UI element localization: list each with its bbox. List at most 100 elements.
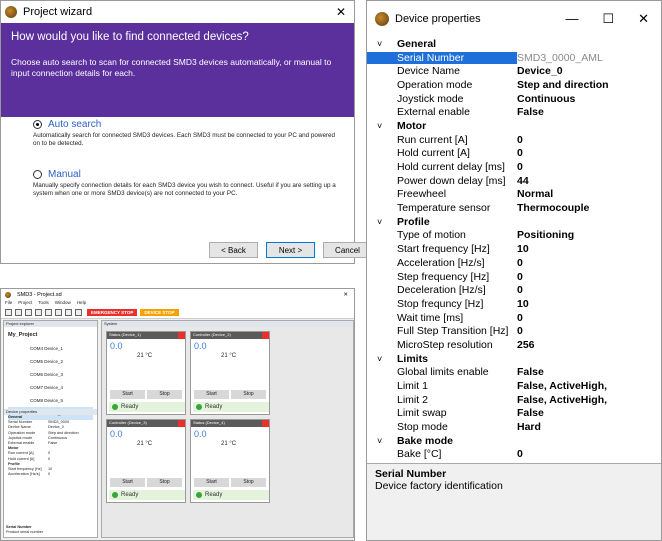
property-name[interactable]: Stop frequncy [Hz] (367, 298, 517, 310)
property-name[interactable]: Hold current [A] (367, 147, 517, 159)
emergency-stop-button[interactable]: EMERGENCY STOP (87, 309, 138, 316)
menu-project[interactable]: Project (18, 300, 32, 307)
next-button[interactable]: Next > (266, 242, 315, 258)
property-name[interactable]: Limit 2 (367, 394, 517, 406)
property-group-header[interactable]: ˅ Motor (367, 119, 661, 133)
property-value[interactable]: 0 (517, 325, 523, 337)
property-value[interactable]: 0 (517, 257, 523, 269)
property-name[interactable]: Device Name (367, 65, 517, 77)
tree-device-item[interactable]: COM5 Device_2 (8, 355, 93, 368)
property-value[interactable]: 44 (517, 175, 529, 187)
property-row[interactable]: Joystick mode Continuous (367, 92, 661, 106)
new-icon[interactable] (5, 309, 12, 316)
property-value[interactable]: False, ActiveHigh, (517, 380, 607, 392)
auto-search-label[interactable]: Auto search (48, 119, 101, 130)
option-manual[interactable]: Manual Manually specify connection detai… (33, 169, 343, 198)
property-row[interactable]: Stop mode Hard (367, 420, 661, 434)
property-row[interactable]: Limit swap False (367, 407, 661, 421)
close-icon[interactable]: ✕ (336, 5, 346, 19)
start-button[interactable]: Start (110, 390, 145, 399)
stop-button[interactable]: Stop (231, 478, 266, 487)
property-row[interactable]: Type of motion Positioning (367, 229, 661, 243)
card-close-icon[interactable] (262, 332, 269, 339)
menu-file[interactable]: File (5, 300, 12, 307)
property-value[interactable]: 10 (517, 243, 529, 255)
property-row[interactable]: Wait time [ms] 0 (367, 311, 661, 325)
property-row[interactable]: Operation mode Step and direction (367, 78, 661, 92)
property-name[interactable]: Deceleration [Hz/s] (367, 284, 517, 296)
property-value[interactable]: False (517, 366, 544, 378)
save-icon[interactable] (25, 309, 32, 316)
warning-icon[interactable] (45, 309, 52, 316)
property-name[interactable]: Start frequency [Hz] (367, 243, 517, 255)
property-row[interactable]: Full Step Transition [Hz] 0 (367, 324, 661, 338)
chevron-down-icon[interactable]: ˅ (367, 436, 397, 446)
start-button[interactable]: Start (110, 478, 145, 487)
close-icon[interactable]: ✕ (343, 292, 348, 298)
stop-button[interactable]: Stop (231, 390, 266, 399)
property-value[interactable]: 0 (517, 312, 523, 324)
property-value[interactable]: False (517, 407, 544, 419)
chevron-down-icon[interactable]: ˅ (367, 217, 397, 227)
start-button[interactable]: Start (194, 478, 229, 487)
property-value[interactable]: Device_0 (517, 65, 563, 77)
property-name[interactable]: MicroStep resolution (367, 339, 517, 351)
settings-icon[interactable] (75, 309, 82, 316)
back-button[interactable]: < Back (209, 242, 258, 258)
maximize-icon[interactable]: ☐ (602, 11, 614, 27)
property-name[interactable]: Bake [°C] (367, 448, 517, 460)
property-value[interactable]: 0 (517, 134, 523, 146)
property-row[interactable]: Acceleration [Hz/s] 0 (367, 256, 661, 270)
property-row[interactable]: Device Name Device_0 (367, 64, 661, 78)
cancel-button[interactable]: Cancel (323, 242, 372, 258)
property-row[interactable]: Freewheel Normal (367, 188, 661, 202)
property-row[interactable]: Run current [A] 0 (367, 133, 661, 147)
property-value[interactable]: 0 (517, 284, 523, 296)
property-name[interactable]: Joystick mode (367, 93, 517, 105)
property-row[interactable]: Hold current delay [ms] 0 (367, 160, 661, 174)
property-row[interactable]: Bake [°C] 0 (367, 448, 661, 462)
property-value[interactable]: False (517, 106, 544, 118)
property-value[interactable]: Continuous (517, 93, 575, 105)
connect-icon[interactable] (55, 309, 62, 316)
property-name[interactable]: Limit 1 (367, 380, 517, 392)
property-name[interactable]: Stop mode (367, 421, 517, 433)
device-stop-button[interactable]: DEVICE STOP (140, 309, 179, 316)
chevron-down-icon[interactable]: ˅ (367, 121, 397, 131)
property-value[interactable]: 0 (517, 271, 523, 283)
stop-button[interactable]: Stop (147, 478, 182, 487)
property-value[interactable]: Normal (517, 188, 553, 200)
option-auto-search[interactable]: Auto search Automatically search for con… (33, 119, 343, 148)
property-row[interactable]: Limit 1 False, ActiveHigh, (367, 379, 661, 393)
property-row[interactable]: MicroStep resolution 256 (367, 338, 661, 352)
tree-device-item[interactable]: COM4 Device_1 (8, 342, 93, 355)
property-name[interactable]: Freewheel (367, 188, 517, 200)
property-value[interactable]: 0 (517, 161, 523, 173)
grid-icon[interactable] (65, 309, 72, 316)
property-row[interactable]: Hold current [A] 0 (367, 147, 661, 161)
save-all-icon[interactable] (35, 309, 42, 316)
property-group-header[interactable]: ˅ Bake mode (367, 434, 661, 448)
chevron-down-icon[interactable]: ˅ (367, 39, 397, 49)
menu-tools[interactable]: Tools (38, 300, 49, 307)
stop-button[interactable]: Stop (147, 390, 182, 399)
property-row[interactable]: Start frequency [Hz] 10 (367, 242, 661, 256)
property-group-header[interactable]: ˅ Limits (367, 352, 661, 366)
property-row[interactable]: Power down delay [ms] 44 (367, 174, 661, 188)
close-icon[interactable]: ✕ (638, 11, 649, 27)
auto-search-radio[interactable] (33, 120, 42, 129)
property-name[interactable]: Step frequency [Hz] (367, 271, 517, 283)
property-value[interactable]: Hard (517, 421, 541, 433)
property-row[interactable]: Global limits enable False (367, 366, 661, 380)
property-value[interactable]: 256 (517, 339, 535, 351)
property-row[interactable]: Deceleration [Hz/s] 0 (367, 283, 661, 297)
manual-label[interactable]: Manual (48, 169, 81, 180)
tree-device-item[interactable]: COM6 Device_3 (8, 368, 93, 381)
property-row[interactable]: Limit 2 False, ActiveHigh, (367, 393, 661, 407)
chevron-down-icon[interactable]: ˅ (367, 354, 397, 364)
property-value[interactable]: 0 (517, 448, 523, 460)
property-name[interactable]: Full Step Transition [Hz] (367, 325, 517, 337)
card-close-icon[interactable] (178, 332, 185, 339)
property-name[interactable]: Run current [A] (367, 134, 517, 146)
minimize-icon[interactable]: — (565, 11, 578, 27)
